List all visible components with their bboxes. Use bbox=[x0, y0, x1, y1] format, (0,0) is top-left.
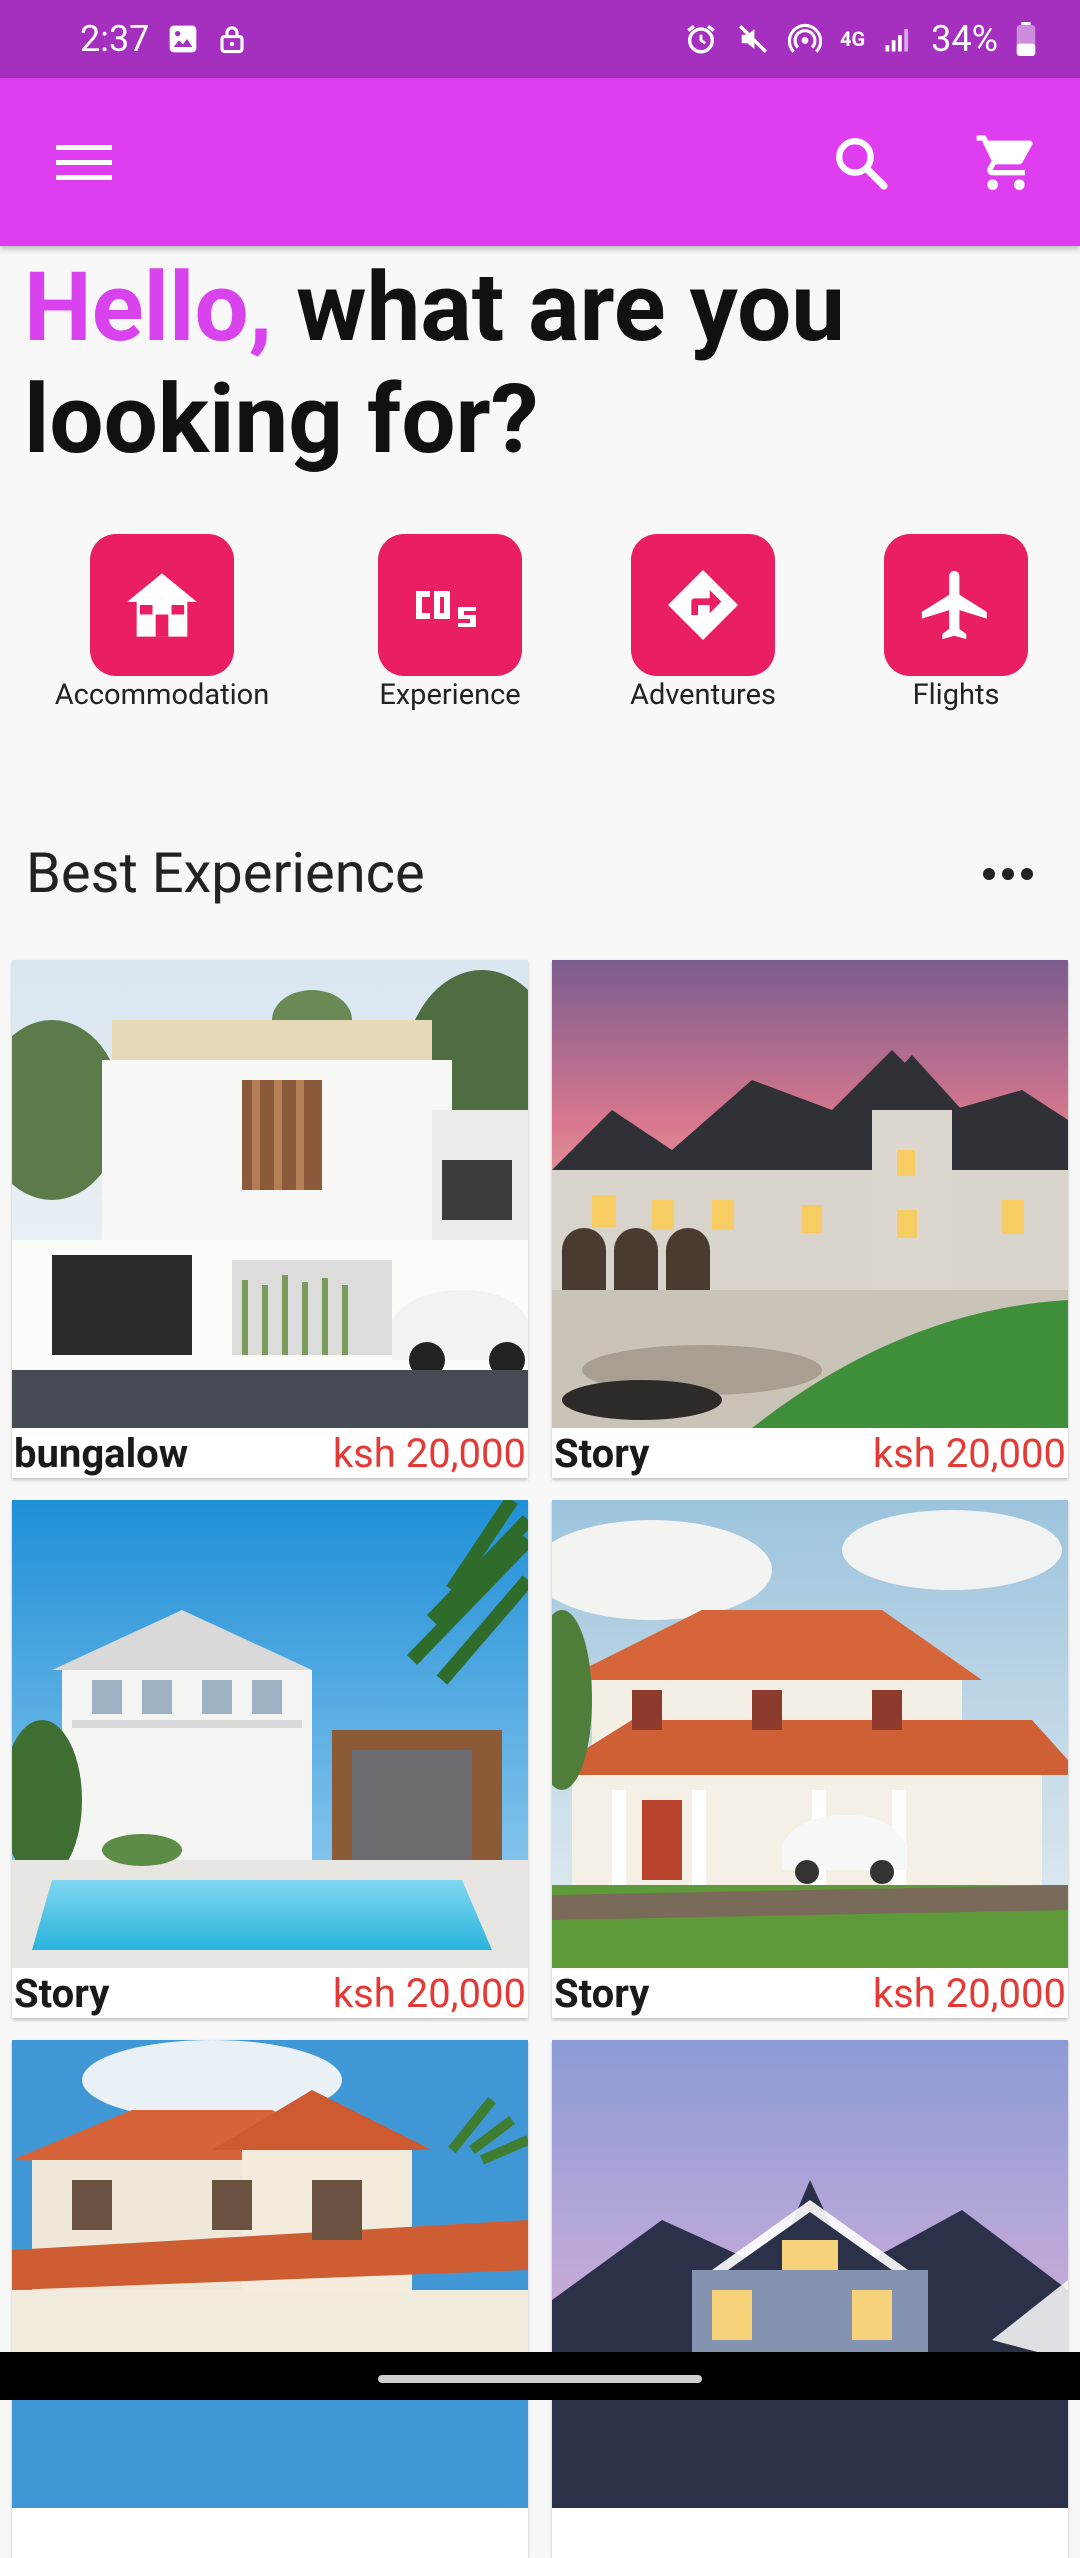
listing-image bbox=[12, 1500, 528, 1968]
category-accommodation[interactable]: Accommodation bbox=[42, 534, 282, 712]
more-options-button[interactable] bbox=[976, 852, 1040, 896]
status-right: 4G 34% bbox=[684, 18, 1036, 60]
listing-price: ksh 20,000 bbox=[332, 1969, 526, 2017]
listing-name: Story bbox=[14, 1969, 110, 2017]
directions-icon bbox=[668, 570, 738, 640]
section-title: Best Experience bbox=[26, 840, 425, 906]
listing-footer: bungalow ksh 20,000 bbox=[12, 1428, 528, 1478]
gallery-icon bbox=[167, 23, 199, 55]
battery-icon bbox=[1016, 22, 1036, 56]
category-icon-box bbox=[90, 534, 234, 676]
home-gesture-handle[interactable] bbox=[378, 2375, 702, 2383]
listing-card[interactable]: Story ksh 20,000 bbox=[552, 1500, 1068, 2018]
menu-button[interactable] bbox=[50, 128, 120, 198]
house-icon bbox=[127, 573, 197, 637]
lock-icon bbox=[217, 23, 247, 55]
airplane-icon bbox=[921, 570, 987, 640]
listing-footer: Story ksh 20,000 bbox=[552, 1428, 1068, 1478]
category-adventures[interactable]: Adventures bbox=[583, 534, 823, 712]
listing-image bbox=[552, 2040, 1068, 2508]
listing-card[interactable] bbox=[552, 2040, 1068, 2558]
status-time: 2:37 bbox=[80, 18, 150, 60]
listing-card[interactable]: Story ksh 20,000 bbox=[12, 1500, 528, 2018]
greeting-hello: Hello, bbox=[24, 252, 273, 364]
category-label: Flights bbox=[912, 678, 1000, 712]
menu-icon bbox=[56, 145, 112, 180]
cart-button[interactable] bbox=[968, 124, 1044, 200]
more-horiz-icon bbox=[983, 868, 1033, 880]
category-label: Experience bbox=[379, 678, 521, 712]
status-left: 2:37 bbox=[80, 18, 247, 60]
mute-icon bbox=[736, 22, 770, 56]
category-label: Adventures bbox=[630, 678, 776, 712]
greeting-heading: Hello, what are you looking for? bbox=[24, 252, 1064, 476]
listing-image bbox=[552, 960, 1068, 1428]
search-icon bbox=[836, 138, 888, 190]
network-type: 4G bbox=[840, 27, 866, 51]
search-button[interactable] bbox=[826, 128, 896, 198]
category-icon-box bbox=[884, 534, 1028, 676]
listing-image bbox=[12, 960, 528, 1428]
status-bar: 2:37 4G 34% bbox=[0, 0, 1080, 78]
listing-footer: Story ksh 20,000 bbox=[12, 1968, 528, 2018]
listing-card[interactable] bbox=[12, 2040, 528, 2558]
category-icon-box bbox=[631, 534, 775, 676]
listing-footer: Story ksh 20,000 bbox=[552, 1968, 1068, 2018]
listing-price: ksh 20,000 bbox=[872, 1969, 1066, 2017]
app-bar bbox=[0, 78, 1080, 246]
hotspot-icon bbox=[788, 22, 823, 56]
category-experience[interactable]: Experience bbox=[330, 534, 570, 712]
category-icon-box bbox=[378, 534, 522, 676]
listing-name: Story bbox=[554, 1969, 650, 2017]
category-label: Accommodation bbox=[54, 678, 270, 712]
battery-text: 34% bbox=[931, 18, 998, 60]
listing-name: Story bbox=[554, 1429, 650, 1477]
cart-icon bbox=[976, 135, 1033, 190]
co2-icon bbox=[416, 591, 476, 627]
listing-image bbox=[12, 2040, 528, 2508]
listing-name: bungalow bbox=[14, 1429, 189, 1477]
listing-card[interactable]: bungalow ksh 20,000 bbox=[12, 960, 528, 1478]
listing-image bbox=[552, 1500, 1068, 1968]
listing-card[interactable]: Story ksh 20,000 bbox=[552, 960, 1068, 1478]
listing-price: ksh 20,000 bbox=[332, 1429, 526, 1477]
signal-icon bbox=[883, 24, 913, 54]
listing-price: ksh 20,000 bbox=[872, 1429, 1066, 1477]
alarm-icon bbox=[684, 22, 718, 56]
category-flights[interactable]: Flights bbox=[836, 534, 1076, 712]
